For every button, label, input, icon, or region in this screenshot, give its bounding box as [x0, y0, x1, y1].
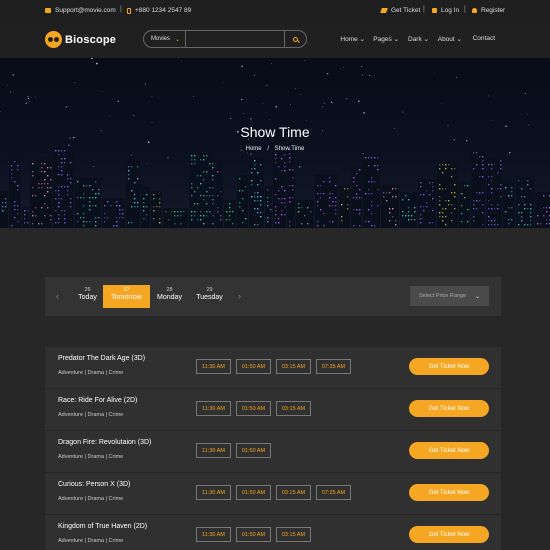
- page-title: Show Time: [240, 124, 310, 140]
- breadcrumb-home[interactable]: Home: [246, 146, 262, 152]
- get-ticket-now-button[interactable]: Get Ticket Now: [409, 400, 489, 417]
- showtime-slot[interactable]: 11:30 AM: [196, 527, 231, 542]
- showtime-row: Predator The Dark Age (3D) Adventure | Dr…: [45, 347, 501, 389]
- search-category-label: Movies: [151, 36, 171, 42]
- envelope-icon: [45, 8, 51, 13]
- get-ticket-label: Get Ticket: [391, 7, 421, 14]
- next-date-arrow-icon[interactable]: ›: [238, 291, 241, 301]
- nav-dark[interactable]: Dark ⌄: [408, 35, 429, 43]
- showtime-slot[interactable]: 03:15 AM: [276, 485, 311, 500]
- showtime-slots: 11:30 AM 01:50 AM 03:15 AM 07:35 AM: [196, 485, 351, 500]
- get-ticket-now-button[interactable]: Get Ticket Now: [409, 358, 489, 375]
- prev-date-arrow-icon[interactable]: ‹: [56, 291, 59, 301]
- showtime-slot[interactable]: 01:50 AM: [236, 401, 271, 416]
- owl-logo-icon: [45, 31, 62, 48]
- movie-genre: Adventure | Drama | Crime: [58, 370, 124, 376]
- support-phone-text: +880 1234 2547 89: [135, 7, 192, 14]
- price-range-placeholder: Select Price Range: [419, 293, 467, 299]
- support-email[interactable]: Support@movie.com: [45, 7, 116, 14]
- register-label: Register: [481, 7, 506, 14]
- showtime-slot[interactable]: 01:50 AM: [236, 485, 271, 500]
- city-skyline-image: [0, 58, 550, 228]
- chevron-down-icon: ⌄: [456, 36, 462, 43]
- breadcrumb: Home / Show Time: [0, 146, 550, 152]
- chevron-down-icon: ⌄: [423, 36, 429, 43]
- chevron-down-icon: ⌄: [474, 293, 480, 300]
- showtime-slot[interactable]: 01:50 AM: [236, 443, 271, 458]
- showtime-row: Race: Ride For Alive (2D) Adventure | Dra…: [45, 389, 501, 431]
- movie-title[interactable]: Kingdom of True Haven (2D): [58, 523, 147, 530]
- search-category-select[interactable]: Movies ⌄: [144, 31, 186, 47]
- showtime-slot[interactable]: 11:30 AM: [196, 443, 231, 458]
- showtime-slot[interactable]: 07:35 AM: [316, 359, 351, 374]
- logo-text: Bioscope: [65, 33, 117, 46]
- showtime-slot[interactable]: 01:50 AM: [236, 359, 271, 374]
- top-bar: Support@movie.com | +880 1234 2547 89 Ge…: [0, 0, 550, 22]
- movie-genre: Adventure | Drama | Crime: [58, 538, 124, 544]
- chevron-down-icon: ⌄: [393, 36, 399, 43]
- movie-genre: Adventure | Drama | Crime: [58, 496, 124, 502]
- showtime-row: Curious: Person X (3D) Adventure | Drama …: [45, 473, 501, 515]
- showtime-slot[interactable]: 03:15 AM: [276, 359, 311, 374]
- showtime-slot[interactable]: 11:30 AM: [196, 359, 231, 374]
- movie-genre: Adventure | Drama | Crime: [58, 412, 124, 418]
- date-tab-tuesday[interactable]: 29 Tuesday: [186, 285, 233, 308]
- showtime-slot[interactable]: 11:30 AM: [196, 485, 231, 500]
- topbar-separator: |: [423, 6, 425, 13]
- movie-title[interactable]: Curious: Person X (3D): [58, 481, 130, 488]
- nav-contact[interactable]: Contact: [473, 35, 495, 42]
- showtime-row: Dragon Fire: Revolutaion (3D) Adventure |…: [45, 431, 501, 473]
- date-tab-tomorrow[interactable]: 27 Tomorrow: [103, 285, 150, 308]
- user-icon: [472, 8, 477, 13]
- price-range-select[interactable]: Select Price Range ⌄: [410, 286, 489, 306]
- date-filter-bar: ‹ 26 Today 27 Tomorrow 28 Monday 29 Tues…: [45, 277, 501, 316]
- support-phone[interactable]: +880 1234 2547 89: [127, 7, 191, 14]
- register-link[interactable]: Register: [472, 7, 505, 14]
- get-ticket-now-button[interactable]: Get Ticket Now: [409, 442, 489, 459]
- get-ticket-now-button[interactable]: Get Ticket Now: [409, 526, 489, 543]
- search-button[interactable]: [284, 31, 306, 47]
- logo[interactable]: Bioscope: [45, 31, 116, 48]
- search-input[interactable]: [186, 31, 284, 47]
- page-banner: Show Time Home / Show Time: [0, 58, 550, 228]
- topbar-separator: |: [120, 6, 122, 13]
- movie-title[interactable]: Predator The Dark Age (3D): [58, 355, 145, 362]
- showtime-slot[interactable]: 07:35 AM: [316, 485, 351, 500]
- showtime-slot[interactable]: 01:50 AM: [236, 527, 271, 542]
- nav-pages[interactable]: Pages ⌄: [373, 35, 399, 43]
- showtime-slots: 11:30 AM 01:50 AM: [196, 443, 271, 458]
- showtime-slots: 11:30 AM 01:50 AM 03:15 AM 07:35 AM: [196, 359, 351, 374]
- chevron-down-icon: ⌄: [359, 36, 365, 43]
- ticket-icon: [380, 8, 388, 13]
- chevron-down-icon: ⌄: [174, 36, 180, 43]
- showtime-slots: 11:30 AM 01:50 AM 03:15 AM: [196, 527, 311, 542]
- site-header: Bioscope Movies ⌄ Home ⌄ Pages ⌄ Dark ⌄ …: [0, 22, 550, 58]
- breadcrumb-separator: /: [267, 146, 269, 152]
- nav-home[interactable]: Home ⌄: [340, 35, 365, 43]
- get-ticket-now-button[interactable]: Get Ticket Now: [409, 484, 489, 501]
- lock-icon: [432, 8, 437, 13]
- topbar-separator: |: [464, 6, 466, 13]
- nav-about[interactable]: About ⌄: [438, 35, 462, 43]
- search-bar: Movies ⌄: [143, 30, 307, 48]
- login-link[interactable]: Log In: [432, 7, 459, 14]
- get-ticket-link[interactable]: Get Ticket: [380, 7, 421, 14]
- movie-title[interactable]: Dragon Fire: Revolutaion (3D): [58, 439, 151, 446]
- showtime-list: Predator The Dark Age (3D) Adventure | Dr…: [45, 347, 501, 550]
- support-email-text: Support@movie.com: [55, 7, 116, 14]
- showtime-slot[interactable]: 03:15 AM: [276, 401, 311, 416]
- login-label: Log In: [441, 7, 460, 14]
- showtime-slot[interactable]: 11:30 AM: [196, 401, 231, 416]
- phone-icon: [127, 7, 131, 14]
- movie-genre: Adventure | Drama | Crime: [58, 454, 124, 460]
- showtime-slots: 11:30 AM 01:50 AM 03:15 AM: [196, 401, 311, 416]
- breadcrumb-current: Show Time: [274, 146, 305, 152]
- search-icon: [293, 36, 298, 42]
- showtime-row: Kingdom of True Haven (2D) Adventure | Dr…: [45, 515, 501, 550]
- showtime-slot[interactable]: 03:15 AM: [276, 527, 311, 542]
- movie-title[interactable]: Race: Ride For Alive (2D): [58, 397, 137, 404]
